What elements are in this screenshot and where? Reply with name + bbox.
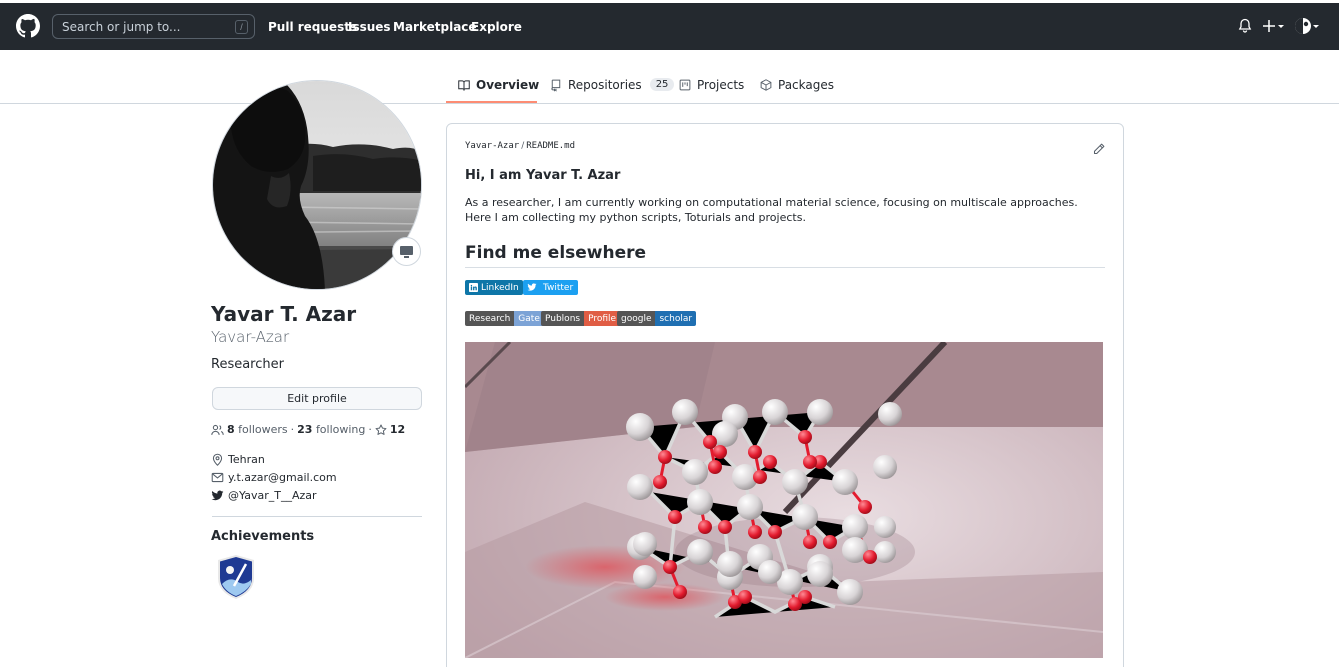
edit-readme-pencil-icon[interactable] <box>1093 143 1105 155</box>
location-text: Tehran <box>228 453 265 466</box>
search-placeholder: Search or jump to... <box>62 20 181 34</box>
tab-projects[interactable]: Projects <box>679 78 744 104</box>
email-text: y.t.azar@gmail.com <box>228 471 337 484</box>
section-rule <box>465 267 1105 268</box>
profile-email[interactable]: y.t.azar@gmail.com <box>211 471 337 484</box>
following-count: 23 <box>297 423 313 436</box>
star-icon <box>375 423 387 435</box>
nav-pull-requests[interactable]: Pull requests <box>268 20 357 34</box>
researchgate-badge-link[interactable]: Research Gate <box>465 311 544 326</box>
achievement-badge-icon[interactable] <box>216 554 256 600</box>
profile-twitter[interactable]: @Yavar_T__Azar <box>211 489 317 502</box>
twitter-icon <box>211 490 224 501</box>
mail-icon <box>211 472 224 483</box>
profile-bio: Researcher <box>211 357 284 372</box>
researchgate-badge-right: Gate <box>514 311 544 326</box>
readme-file-link[interactable]: README.md <box>526 141 575 151</box>
global-header: Search or jump to... / Pull requests Iss… <box>0 3 1339 50</box>
google-scholar-badge-link[interactable]: google scholar <box>617 311 697 326</box>
github-logo-icon[interactable] <box>16 14 40 38</box>
set-status-button[interactable] <box>392 237 421 266</box>
plus-dropdown-icon[interactable] <box>1263 18 1285 34</box>
repo-icon <box>551 79 561 92</box>
monitor-status-icon <box>400 246 413 258</box>
followers-link[interactable]: 8 followers <box>227 423 288 436</box>
scholar-badge-left: google <box>617 311 656 326</box>
bell-icon[interactable] <box>1238 18 1252 34</box>
readme-owner-link[interactable]: Yavar-Azar <box>465 141 519 151</box>
tab-packages[interactable]: Packages <box>760 78 834 104</box>
project-icon <box>679 79 691 91</box>
package-icon <box>760 79 772 91</box>
tab-packages-label: Packages <box>778 78 834 92</box>
tab-overview-label: Overview <box>476 78 540 92</box>
readme-heading: Hi, I am Yavar T. Azar <box>465 168 621 183</box>
linkedin-badge-label: LinkedIn <box>481 282 519 293</box>
linkedin-badge-link[interactable]: LinkedIn <box>465 280 523 295</box>
twitter-bird-icon <box>523 280 540 295</box>
tab-repositories[interactable]: Repositories 25 <box>550 78 675 104</box>
repositories-count: 25 <box>649 78 675 91</box>
publons-badge-left: Publons <box>541 311 585 326</box>
nav-explore[interactable]: Explore <box>471 20 522 34</box>
profile-avatar[interactable] <box>212 80 422 290</box>
linkedin-logo-icon <box>465 280 481 295</box>
readme-breadcrumb: Yavar-Azar / README.md <box>465 141 575 151</box>
following-link[interactable]: 23 following <box>297 423 365 436</box>
twitter-badge-link[interactable]: Twitter <box>523 280 579 295</box>
search-shortcut-hint: / <box>235 20 248 34</box>
researchgate-badge-left: Research <box>465 311 515 326</box>
nav-marketplace[interactable]: Marketplace <box>393 20 477 34</box>
sidebar-divider <box>212 516 422 517</box>
twitter-handle: @Yavar_T__Azar <box>228 489 317 502</box>
followers-label: followers <box>238 423 288 436</box>
stars-link[interactable]: 12 <box>375 423 405 436</box>
followers-count: 8 <box>227 423 235 436</box>
book-icon <box>458 80 470 92</box>
profile-username: Yavar-Azar <box>211 328 290 346</box>
readme-section-title: Find me elsewhere <box>465 243 647 263</box>
publons-badge-link[interactable]: Publons Profile <box>541 311 621 326</box>
dot-separator: · <box>290 423 295 436</box>
follow-stats: 8 followers · 23 following · 12 <box>211 423 405 436</box>
edit-profile-button[interactable]: Edit profile <box>212 387 422 410</box>
readme-intro: As a researcher, I am currently working … <box>465 196 1078 224</box>
dot-separator: · <box>368 423 372 436</box>
publons-badge-right: Profile <box>584 311 621 326</box>
location-icon <box>212 453 223 466</box>
user-avatar-menu-icon[interactable] <box>1294 17 1320 35</box>
stars-count: 12 <box>389 423 406 436</box>
following-label: following <box>315 423 366 436</box>
breadcrumb-separator: / <box>521 141 525 151</box>
search-input[interactable]: Search or jump to... / <box>52 14 255 39</box>
achievements-title: Achievements <box>211 529 315 544</box>
readme-molecule-image <box>465 342 1103 658</box>
profile-fullname: Yavar T. Azar <box>211 302 357 326</box>
profile-location: Tehran <box>211 453 265 466</box>
tabs-divider <box>0 103 1339 104</box>
nav-issues[interactable]: Issues <box>348 20 391 34</box>
avatar-photo <box>213 81 421 289</box>
people-icon <box>211 424 224 435</box>
tab-repositories-label: Repositories <box>568 78 642 92</box>
tab-projects-label: Projects <box>697 78 745 92</box>
scholar-badge-right: scholar <box>655 311 697 326</box>
twitter-badge-label: Twitter <box>543 282 574 293</box>
